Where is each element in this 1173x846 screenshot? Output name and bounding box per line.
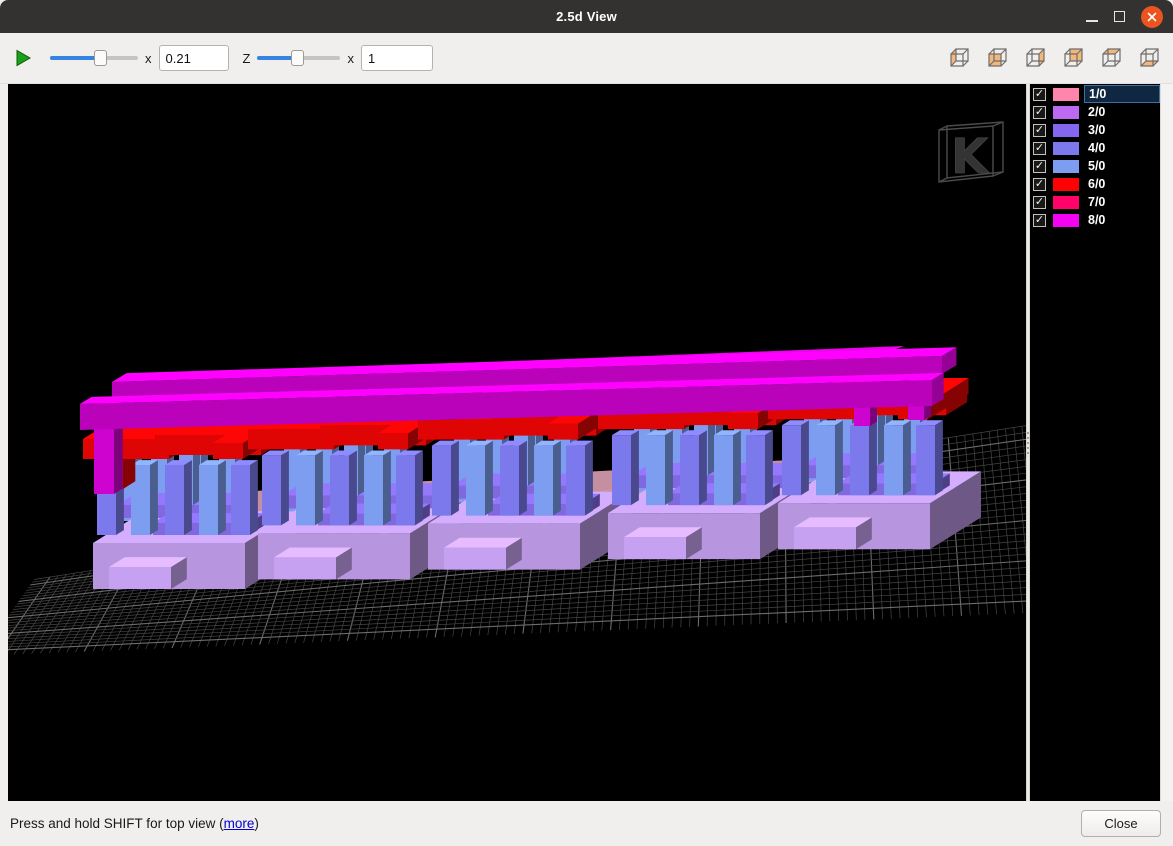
layer-color-swatch [1053, 214, 1079, 227]
layer-label: 6/0 [1088, 177, 1105, 191]
layer-color-swatch [1053, 178, 1079, 191]
cube-front-icon [985, 46, 1009, 70]
layer-label: 3/0 [1088, 123, 1105, 137]
view-back-button[interactable] [1061, 46, 1085, 70]
scale-x-label: x [145, 51, 152, 66]
cube-bottom-icon [1137, 46, 1161, 70]
layer-checkbox[interactable]: ✓ [1033, 160, 1046, 173]
cube-back-icon [1061, 46, 1085, 70]
window-controls [1086, 0, 1163, 33]
maximize-button[interactable] [1114, 11, 1125, 22]
view-bottom-button[interactable] [1137, 46, 1161, 70]
layer-label-wrap[interactable]: 3/0 [1084, 121, 1160, 139]
layer-color-swatch [1053, 124, 1079, 137]
view-left-button[interactable] [947, 46, 971, 70]
layer-checkbox[interactable]: ✓ [1033, 142, 1046, 155]
layer-label-wrap[interactable]: 7/0 [1084, 193, 1160, 211]
app-window: 2.5d View x Z [0, 0, 1173, 846]
layer-color-swatch [1053, 196, 1079, 209]
svg-text:K: K [951, 129, 990, 185]
z-label: Z [243, 51, 251, 66]
view-orientation-buttons [947, 46, 1161, 70]
layer-label: 4/0 [1088, 141, 1105, 155]
scale-slider[interactable] [50, 50, 138, 66]
3d-viewport[interactable]: K [8, 84, 1026, 801]
layer-row-8-0[interactable]: ✓ 8/0 [1030, 211, 1160, 229]
splitter-grip-icon [1027, 432, 1029, 454]
layer-label-wrap[interactable]: 6/0 [1084, 175, 1160, 193]
layer-checkbox[interactable]: ✓ [1033, 178, 1046, 191]
layer-label: 1/0 [1089, 87, 1106, 101]
window-title: 2.5d View [556, 9, 617, 24]
view-front-button[interactable] [985, 46, 1009, 70]
scale-slider-handle[interactable] [94, 50, 107, 66]
panel-splitter[interactable] [1026, 84, 1030, 801]
cube-right-icon [1023, 46, 1047, 70]
layer-checkbox[interactable]: ✓ [1033, 106, 1046, 119]
layer-label-wrap[interactable]: 1/0 [1084, 85, 1160, 103]
play-icon [15, 49, 32, 67]
layer-row-5-0[interactable]: ✓ 5/0 [1030, 157, 1160, 175]
view-top-button[interactable] [1099, 46, 1123, 70]
layer-row-6-0[interactable]: ✓ 6/0 [1030, 175, 1160, 193]
view-right-button[interactable] [1023, 46, 1047, 70]
layer-label: 8/0 [1088, 213, 1105, 227]
status-message-suffix: ) [254, 816, 259, 831]
z-slider[interactable] [257, 50, 340, 66]
z-slider-fill [257, 56, 294, 60]
layer-label-wrap[interactable]: 4/0 [1084, 139, 1160, 157]
z-x-label: x [347, 51, 354, 66]
layer-row-2-0[interactable]: ✓ 2/0 [1030, 103, 1160, 121]
layer-row-1-0[interactable]: ✓ 1/0 [1030, 85, 1160, 103]
close-window-button[interactable] [1141, 6, 1163, 28]
layer-checkbox[interactable]: ✓ [1033, 124, 1046, 137]
layer-label-wrap[interactable]: 2/0 [1084, 103, 1160, 121]
layer-color-swatch [1053, 106, 1079, 119]
layer-list: ✓ 1/0 ✓ 2/0 ✓ 3/0 ✓ 4/0 ✓ 5/0 ✓ [1030, 84, 1160, 801]
layer-row-4-0[interactable]: ✓ 4/0 [1030, 139, 1160, 157]
layer-label: 5/0 [1088, 159, 1105, 173]
cube-left-icon [947, 46, 971, 70]
scale-value-input[interactable] [159, 45, 229, 71]
close-icon [1146, 11, 1158, 23]
play-button[interactable] [12, 47, 34, 69]
layer-checkbox[interactable]: ✓ [1033, 214, 1046, 227]
minimize-button[interactable] [1086, 20, 1098, 22]
layer-label: 7/0 [1088, 195, 1105, 209]
layer-checkbox[interactable]: ✓ [1033, 196, 1046, 209]
layer-color-swatch [1053, 160, 1079, 173]
statusbar: Press and hold SHIFT for top view (more)… [0, 801, 1173, 846]
z-value-input[interactable] [361, 45, 433, 71]
3d-scene: K [8, 84, 1026, 801]
left-margin [0, 84, 8, 801]
layer-color-swatch [1053, 142, 1079, 155]
layer-list-scrollbar[interactable] [1160, 84, 1173, 801]
more-link[interactable]: more [224, 816, 255, 831]
titlebar: 2.5d View [0, 0, 1173, 33]
toolbar: x Z x [0, 33, 1173, 84]
layer-color-swatch [1053, 88, 1079, 101]
main-area: K ✓ 1/0 ✓ 2/0 ✓ 3/0 ✓ 4/0 ✓ [0, 84, 1173, 801]
layer-label-wrap[interactable]: 8/0 [1084, 211, 1160, 229]
cube-top-icon [1099, 46, 1123, 70]
status-message-prefix: Press and hold SHIFT for top view ( [10, 816, 224, 831]
layer-checkbox[interactable]: ✓ [1033, 88, 1046, 101]
layer-label-wrap[interactable]: 5/0 [1084, 157, 1160, 175]
layer-row-7-0[interactable]: ✓ 7/0 [1030, 193, 1160, 211]
layer-row-3-0[interactable]: ✓ 3/0 [1030, 121, 1160, 139]
layer-label: 2/0 [1088, 105, 1105, 119]
close-dialog-button[interactable]: Close [1081, 810, 1161, 837]
status-message: Press and hold SHIFT for top view (more) [10, 816, 259, 831]
scale-slider-fill [50, 56, 98, 60]
z-slider-handle[interactable] [291, 50, 304, 66]
